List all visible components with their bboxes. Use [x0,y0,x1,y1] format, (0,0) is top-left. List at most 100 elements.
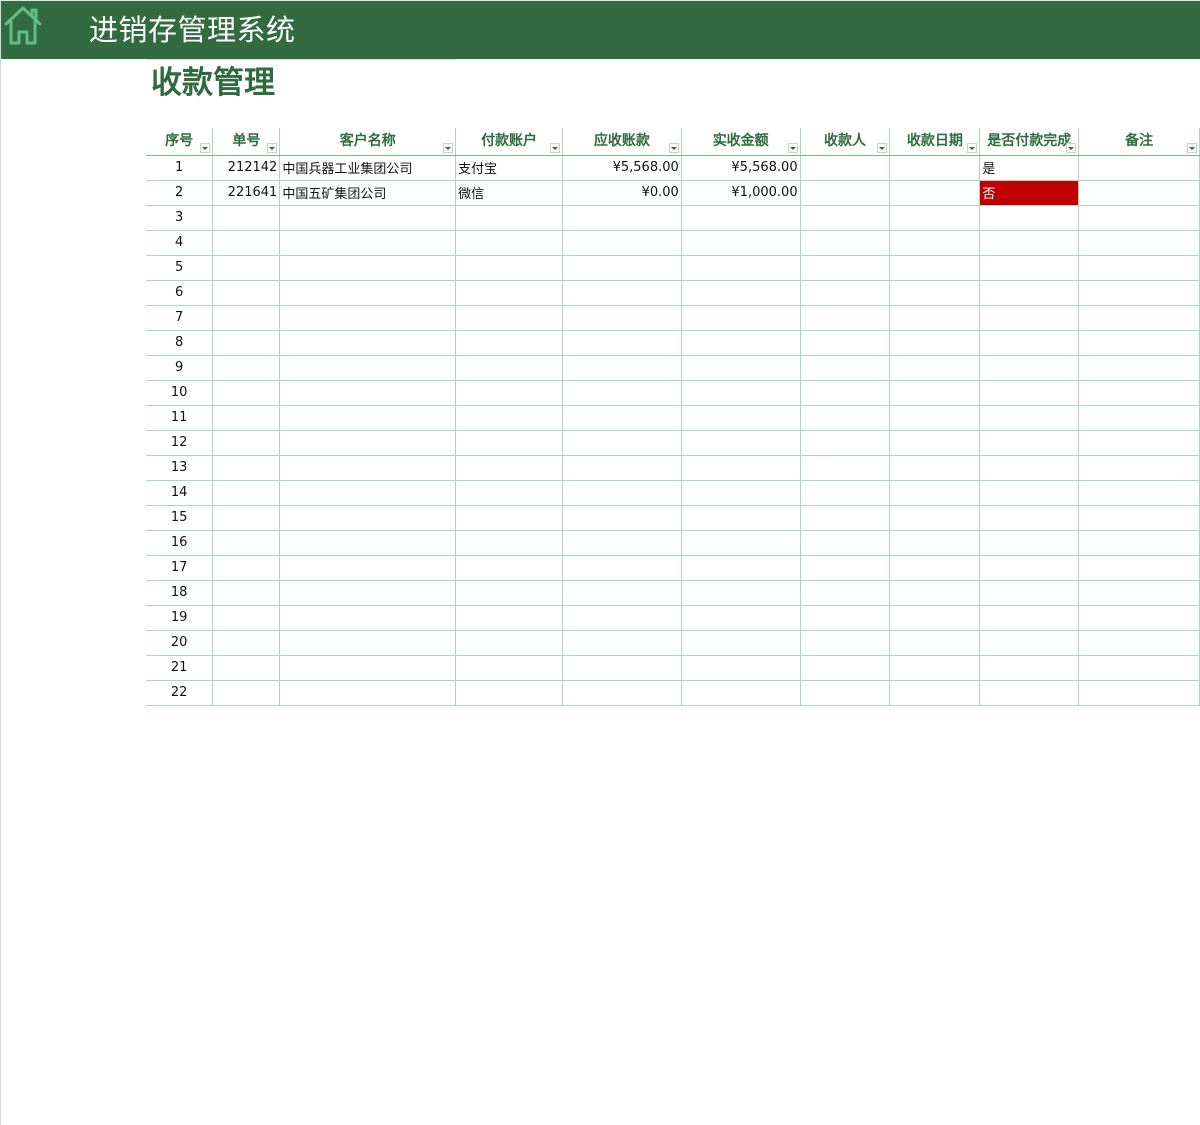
cell-seq[interactable]: 20 [146,630,214,656]
cell-remark[interactable] [1078,205,1200,231]
cell-seq[interactable]: 4 [146,230,214,256]
cell-receiver[interactable] [800,305,891,331]
cell-remark[interactable] [1078,155,1200,181]
cell-account[interactable] [455,430,563,456]
column-header-done[interactable]: 是否付款完成 [979,128,1080,156]
cell-remark[interactable] [1078,230,1200,256]
cell-seq[interactable]: 9 [146,355,214,381]
cell-order_no[interactable] [212,405,281,431]
cell-receiver[interactable] [800,380,891,406]
cell-date[interactable] [889,305,981,331]
cell-customer[interactable] [279,230,457,256]
cell-seq[interactable]: 19 [146,605,214,631]
cell-date[interactable] [889,480,981,506]
cell-receiver[interactable] [800,605,891,631]
cell-done[interactable]: 是 [979,155,1080,181]
cell-remark[interactable] [1078,455,1200,481]
cell-received[interactable] [681,480,801,506]
cell-received[interactable] [681,205,801,231]
cell-seq[interactable]: 18 [146,580,214,606]
cell-receiver[interactable] [800,230,891,256]
cell-customer[interactable] [279,280,457,306]
cell-done[interactable] [979,255,1080,281]
cell-remark[interactable] [1078,655,1200,681]
cell-done[interactable] [979,405,1080,431]
cell-remark[interactable] [1078,380,1200,406]
cell-customer[interactable] [279,630,457,656]
column-header-customer[interactable]: 客户名称 [279,128,457,156]
cell-order_no[interactable] [212,455,281,481]
cell-receiver[interactable] [800,680,891,706]
cell-done[interactable] [979,230,1080,256]
cell-date[interactable] [889,605,981,631]
cell-received[interactable] [681,355,801,381]
cell-received[interactable] [681,380,801,406]
cell-account[interactable] [455,455,563,481]
cell-seq[interactable]: 5 [146,255,214,281]
cell-seq[interactable]: 21 [146,655,214,681]
cell-receiver[interactable] [800,630,891,656]
cell-remark[interactable] [1078,580,1200,606]
column-header-seq[interactable]: 序号 [146,128,214,156]
cell-received[interactable] [681,605,801,631]
filter-dropdown-icon[interactable] [200,142,211,153]
column-header-receiver[interactable]: 收款人 [800,128,891,156]
cell-done[interactable] [979,355,1080,381]
cell-customer[interactable]: 中国兵器工业集团公司 [279,155,457,181]
cell-date[interactable] [889,655,981,681]
cell-account[interactable] [455,505,563,531]
cell-customer[interactable] [279,330,457,356]
cell-date[interactable] [889,630,981,656]
cell-done[interactable] [979,430,1080,456]
filter-dropdown-icon[interactable] [1066,142,1077,153]
cell-receivable[interactable] [562,230,682,256]
cell-done[interactable] [979,280,1080,306]
cell-remark[interactable] [1078,355,1200,381]
cell-receiver[interactable] [800,505,891,531]
cell-date[interactable] [889,155,981,181]
cell-receivable[interactable] [562,205,682,231]
cell-order_no[interactable] [212,630,281,656]
cell-date[interactable] [889,230,981,256]
cell-customer[interactable] [279,455,457,481]
column-header-receivable[interactable]: 应收账款 [562,128,682,156]
cell-done[interactable] [979,380,1080,406]
cell-receivable[interactable] [562,555,682,581]
cell-receivable[interactable] [562,430,682,456]
cell-seq[interactable]: 13 [146,455,214,481]
cell-received[interactable] [681,580,801,606]
filter-dropdown-icon[interactable] [1187,142,1197,153]
cell-account[interactable] [455,330,563,356]
cell-customer[interactable] [279,205,457,231]
cell-date[interactable] [889,330,981,356]
cell-remark[interactable] [1078,555,1200,581]
cell-seq[interactable]: 17 [146,555,214,581]
cell-seq[interactable]: 15 [146,505,214,531]
cell-done[interactable] [979,680,1080,706]
cell-remark[interactable] [1078,180,1200,206]
cell-order_no[interactable] [212,505,281,531]
cell-date[interactable] [889,380,981,406]
cell-order_no[interactable] [212,280,281,306]
cell-received[interactable] [681,455,801,481]
cell-receivable[interactable] [562,605,682,631]
cell-received[interactable] [681,255,801,281]
cell-customer[interactable] [279,530,457,556]
cell-account[interactable] [455,380,563,406]
cell-seq[interactable]: 1 [146,155,214,181]
cell-receivable[interactable]: ¥0.00 [562,180,682,206]
cell-receivable[interactable] [562,355,682,381]
cell-receivable[interactable] [562,305,682,331]
cell-remark[interactable] [1078,405,1200,431]
cell-customer[interactable] [279,605,457,631]
cell-remark[interactable] [1078,255,1200,281]
cell-customer[interactable] [279,480,457,506]
cell-seq[interactable]: 10 [146,380,214,406]
cell-account[interactable] [455,605,563,631]
cell-receiver[interactable] [800,555,891,581]
cell-date[interactable] [889,580,981,606]
cell-account[interactable] [455,255,563,281]
cell-received[interactable] [681,680,801,706]
cell-receivable[interactable] [562,680,682,706]
cell-receiver[interactable] [800,405,891,431]
